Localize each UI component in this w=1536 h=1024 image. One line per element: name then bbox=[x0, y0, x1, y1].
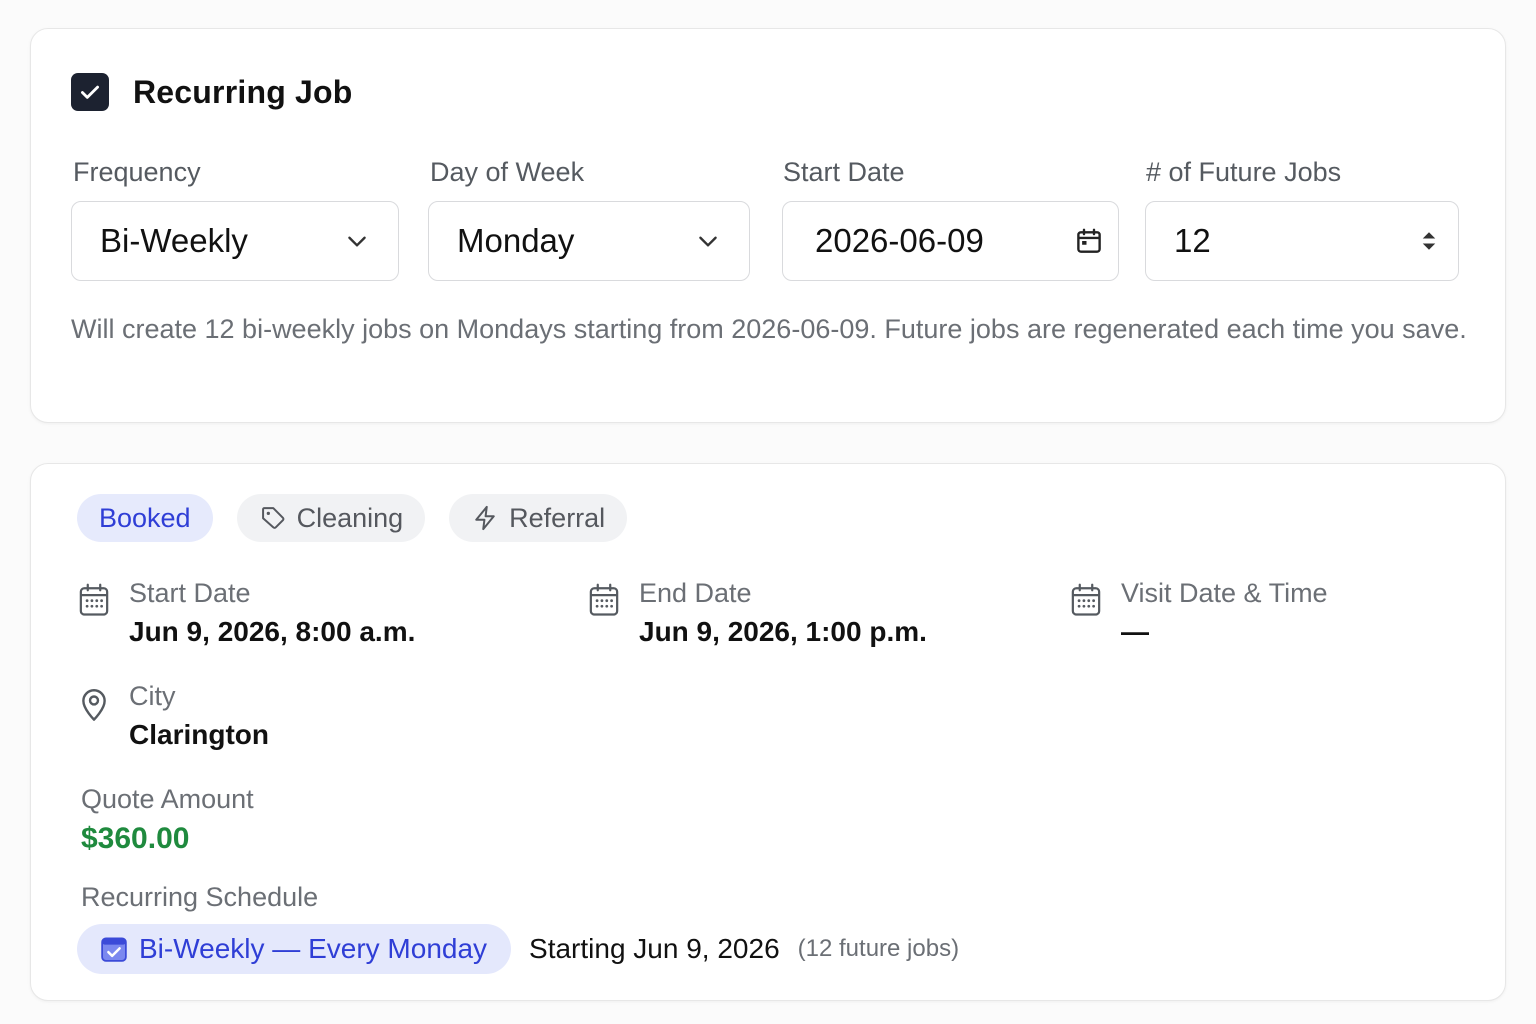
recurring-schedule-text: Bi-Weekly — Every Monday bbox=[139, 933, 488, 964]
job-details-card: Booked Cleaning Referral Start Date Jun … bbox=[30, 463, 1506, 1001]
city-label: City bbox=[129, 681, 176, 711]
check-icon bbox=[81, 85, 99, 99]
quote-label: Quote Amount bbox=[81, 784, 254, 814]
recurring-job-card: Recurring Job Frequency Bi-Weekly Day of… bbox=[30, 28, 1506, 423]
day-of-week-value: Monday bbox=[457, 222, 575, 259]
future-jobs-value: 12 bbox=[1174, 222, 1211, 259]
end-date-info: End Date Jun 9, 2026, 1:00 p.m. bbox=[587, 576, 927, 652]
calendar-check-icon bbox=[101, 937, 127, 962]
status-badge: Booked bbox=[77, 494, 213, 542]
calendar-grid-icon bbox=[79, 583, 109, 616]
city-value: Clarington bbox=[129, 719, 269, 750]
service-tag: Cleaning bbox=[236, 494, 426, 542]
tag-row: Booked Cleaning Referral bbox=[77, 494, 651, 542]
start-date-value: 2026-06-09 bbox=[815, 222, 984, 259]
start-date-input[interactable]: 2026-06-09 bbox=[782, 201, 1119, 281]
day-of-week-select[interactable]: Monday bbox=[428, 201, 750, 281]
recurring-job-checkbox[interactable] bbox=[71, 73, 109, 111]
recurring-job-title: Recurring Job bbox=[133, 73, 353, 110]
recurring-schedule-row: Bi-Weekly — Every Monday Starting Jun 9,… bbox=[77, 924, 959, 974]
recurring-helper-text: Will create 12 bi-weekly jobs on Mondays… bbox=[71, 314, 1467, 344]
start-date-info-label: Start Date bbox=[129, 578, 251, 608]
visit-info: Visit Date & Time — bbox=[1069, 576, 1328, 652]
tag-icon bbox=[261, 507, 284, 529]
future-jobs-label: # of Future Jobs bbox=[1146, 157, 1342, 187]
quote-amount: $360.00 bbox=[81, 822, 190, 855]
end-date-info-value: Jun 9, 2026, 1:00 p.m. bbox=[639, 616, 927, 647]
end-date-info-label: End Date bbox=[639, 578, 752, 608]
recurring-schedule-count: (12 future jobs) bbox=[797, 935, 960, 962]
map-pin-icon bbox=[82, 689, 106, 721]
start-date-info-value: Jun 9, 2026, 8:00 a.m. bbox=[129, 616, 416, 647]
frequency-value: Bi-Weekly bbox=[100, 222, 248, 259]
recurring-job-header: Recurring Job bbox=[71, 73, 353, 111]
calendar-icon[interactable] bbox=[1074, 226, 1104, 256]
source-tag-label: Referral bbox=[509, 502, 606, 533]
chevron-down-icon bbox=[699, 236, 717, 247]
calendar-grid-icon bbox=[589, 583, 619, 616]
frequency-select[interactable]: Bi-Weekly bbox=[71, 201, 399, 281]
chevron-down-icon bbox=[348, 236, 366, 247]
city-info: City Clarington bbox=[77, 679, 269, 755]
calendar-grid-icon bbox=[1071, 583, 1101, 616]
future-jobs-input[interactable]: 12 bbox=[1145, 201, 1459, 281]
lightning-icon bbox=[475, 505, 495, 531]
frequency-label: Frequency bbox=[73, 157, 201, 187]
start-date-info: Start Date Jun 9, 2026, 8:00 a.m. bbox=[77, 576, 415, 652]
recurring-schedule-start: Starting Jun 9, 2026 bbox=[529, 933, 780, 964]
day-of-week-label: Day of Week bbox=[430, 157, 585, 187]
recurring-schedule-label: Recurring Schedule bbox=[81, 882, 319, 912]
source-tag: Referral bbox=[449, 494, 628, 542]
recurring-schedule-pill: Bi-Weekly — Every Monday bbox=[77, 924, 512, 974]
updown-arrows-icon[interactable] bbox=[1418, 226, 1440, 256]
service-tag-label: Cleaning bbox=[296, 502, 404, 533]
visit-info-value: — bbox=[1121, 616, 1149, 647]
start-date-label: Start Date bbox=[783, 157, 905, 187]
visit-info-label: Visit Date & Time bbox=[1121, 578, 1328, 608]
